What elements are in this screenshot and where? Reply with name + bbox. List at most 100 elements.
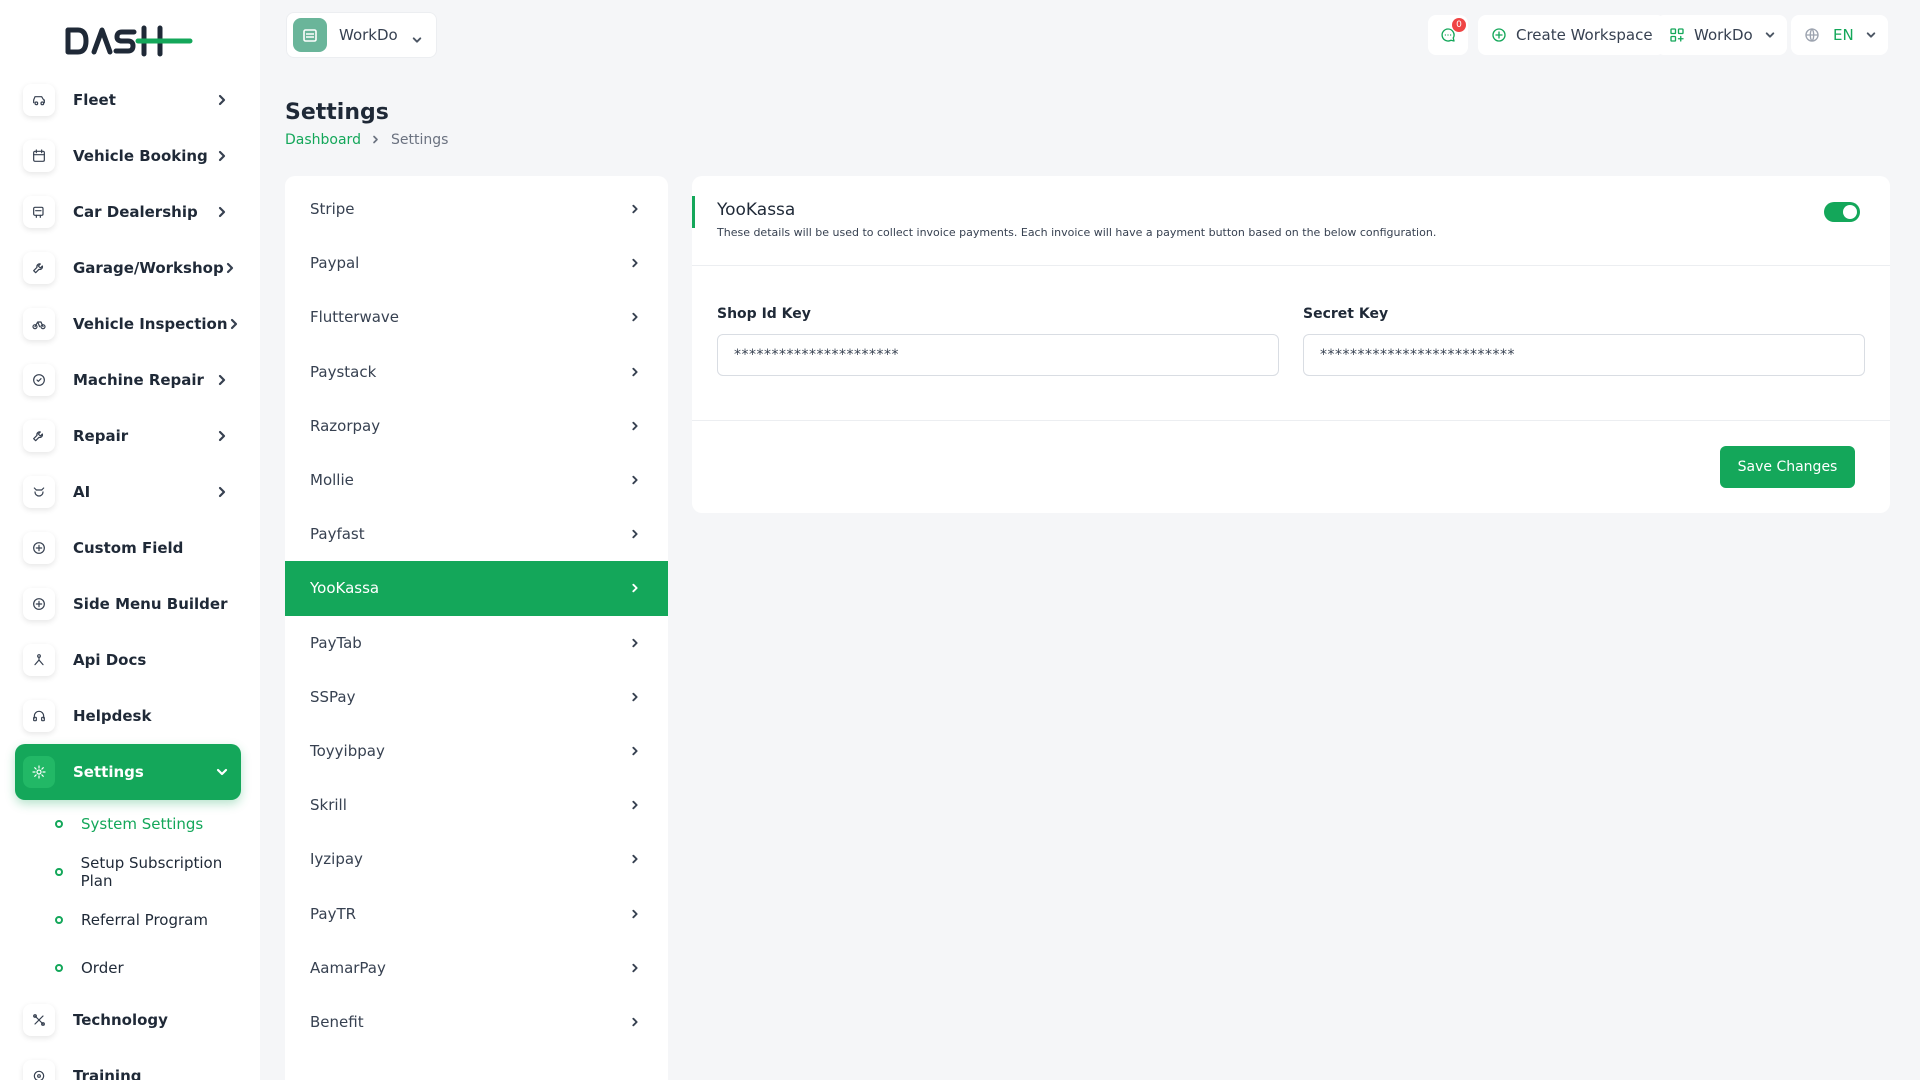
gateway-label: AamarPay bbox=[310, 958, 386, 977]
bullet-icon bbox=[55, 964, 63, 972]
submenu-item-referral-program[interactable]: Referral Program bbox=[37, 896, 241, 944]
yookassa-settings-card: YooKassa These details will be used to c… bbox=[692, 176, 1890, 513]
gateway-item-payfast[interactable]: Payfast bbox=[285, 507, 668, 561]
machine-icon bbox=[23, 364, 55, 396]
technology-icon bbox=[23, 1004, 55, 1036]
gateway-item-paypal[interactable]: Paypal bbox=[285, 236, 668, 290]
card-description: These details will be used to collect in… bbox=[717, 226, 1437, 239]
messages-button[interactable]: 0 bbox=[1428, 15, 1468, 55]
chevron-right-icon bbox=[628, 798, 642, 812]
sidebar-item-label: Helpdesk bbox=[73, 707, 152, 725]
sidebar-item-api-docs[interactable]: Api Docs bbox=[15, 632, 241, 688]
chevron-right-icon bbox=[628, 256, 642, 270]
ai-icon bbox=[23, 476, 55, 508]
gateway-label: YooKassa bbox=[310, 579, 380, 598]
gateway-label: Toyyibpay bbox=[310, 741, 385, 760]
breadcrumb-dashboard-link[interactable]: Dashboard bbox=[285, 132, 361, 148]
sidebar-item-technology[interactable]: Technology bbox=[15, 992, 241, 1048]
sidebar-item-label: Car Dealership bbox=[73, 203, 198, 221]
chevron-right-icon bbox=[628, 961, 642, 975]
workspace-switcher[interactable]: WorkDo bbox=[286, 12, 437, 58]
dash-logo[interactable] bbox=[64, 24, 194, 58]
submenu-item-system-settings[interactable]: System Settings bbox=[37, 800, 241, 848]
gateway-item-razorpay[interactable]: Razorpay bbox=[285, 399, 668, 453]
sidebar-item-custom-field[interactable]: Custom Field bbox=[15, 520, 241, 576]
submenu-item-order[interactable]: Order bbox=[37, 944, 241, 992]
chevron-right-icon bbox=[228, 315, 240, 333]
chevron-right-icon bbox=[628, 310, 642, 324]
globe-icon bbox=[1805, 28, 1819, 42]
page-title: Settings bbox=[285, 100, 389, 125]
card-body: Shop Id Key Secret Key bbox=[692, 266, 1890, 421]
submenu-item-setup-subscription-plan[interactable]: Setup Subscription Plan bbox=[37, 848, 241, 896]
breadcrumb-current: Settings bbox=[390, 132, 449, 148]
gateway-item-paytr[interactable]: PayTR bbox=[285, 886, 668, 940]
sidebar-item-label: Vehicle Booking bbox=[73, 147, 208, 165]
sidebar-item-side-menu-builder[interactable]: Side Menu Builder bbox=[15, 576, 241, 632]
sidebar-item-settings[interactable]: Settings bbox=[15, 744, 241, 800]
sidebar-item-car-dealership[interactable]: Car Dealership bbox=[15, 184, 241, 240]
sidebar-item-training[interactable]: Training bbox=[15, 1048, 241, 1080]
sidebar-item-garage-workshop[interactable]: Garage/Workshop bbox=[15, 240, 241, 296]
sidebar-item-label: Vehicle Inspection bbox=[73, 315, 228, 333]
bullet-icon bbox=[55, 868, 63, 876]
sidebar-item-label: Repair bbox=[73, 427, 129, 445]
sidebar-item-repair[interactable]: Repair bbox=[15, 408, 241, 464]
shop-id-label: Shop Id Key bbox=[717, 306, 811, 322]
gateway-label: Flutterwave bbox=[310, 308, 400, 327]
yookassa-enable-toggle[interactable] bbox=[1824, 202, 1860, 222]
secret-key-input[interactable] bbox=[1303, 334, 1865, 376]
sidebar-item-label: Technology bbox=[73, 1011, 168, 1029]
repair-icon bbox=[23, 420, 55, 452]
gateway-label: Skrill bbox=[310, 796, 347, 815]
gateway-item-yookassa[interactable]: YooKassa bbox=[285, 561, 668, 616]
headset-icon bbox=[23, 700, 55, 732]
sidebar-item-helpdesk[interactable]: Helpdesk bbox=[15, 688, 241, 744]
shop-id-field: Shop Id Key bbox=[717, 306, 1279, 376]
save-changes-button[interactable]: Save Changes bbox=[1720, 446, 1855, 488]
calendar-icon bbox=[23, 140, 55, 172]
workspace-name: WorkDo bbox=[339, 26, 398, 44]
sidebar-item-vehicle-inspection[interactable]: Vehicle Inspection bbox=[15, 296, 241, 352]
settings-submenu: System Settings Setup Subscription Plan … bbox=[15, 800, 241, 992]
gateway-item-paytab[interactable]: PayTab bbox=[285, 616, 668, 670]
gateway-item-skrill[interactable]: Skrill bbox=[285, 778, 668, 832]
sidebar-item-machine-repair[interactable]: Machine Repair bbox=[15, 352, 241, 408]
chevron-right-icon bbox=[224, 259, 236, 277]
gateway-label: Razorpay bbox=[310, 416, 381, 435]
create-workspace-button[interactable]: Create Workspace bbox=[1478, 15, 1665, 55]
bike-icon bbox=[23, 308, 55, 340]
gateway-item-sspay[interactable]: SSPay bbox=[285, 670, 668, 724]
gateway-item-stripe[interactable]: Stripe bbox=[285, 182, 668, 236]
gateway-label: Benefit bbox=[310, 1012, 364, 1031]
shop-id-input[interactable] bbox=[717, 334, 1279, 376]
sidebar-item-vehicle-booking[interactable]: Vehicle Booking bbox=[15, 128, 241, 184]
gateway-item-iyzipay[interactable]: Iyzipay bbox=[285, 832, 668, 886]
chevron-right-icon bbox=[628, 581, 642, 595]
gateway-item-paystack[interactable]: Paystack bbox=[285, 345, 668, 399]
workspace-menu-button[interactable]: WorkDo bbox=[1656, 15, 1787, 55]
chevron-right-icon bbox=[213, 203, 231, 221]
chevron-right-icon bbox=[628, 473, 642, 487]
card-title: YooKassa bbox=[717, 200, 796, 220]
sidebar-item-label: Fleet bbox=[73, 91, 116, 109]
language-selector[interactable]: EN bbox=[1791, 15, 1888, 55]
gateway-label: SSPay bbox=[310, 687, 356, 706]
gateway-item-mollie[interactable]: Mollie bbox=[285, 453, 668, 507]
create-workspace-label: Create Workspace bbox=[1516, 26, 1653, 44]
sidebar-item-label: Settings bbox=[73, 763, 144, 781]
submenu-item-label: Setup Subscription Plan bbox=[80, 854, 223, 890]
secret-key-field: Secret Key bbox=[1303, 306, 1865, 376]
plus-circle-icon bbox=[23, 588, 55, 620]
sidebar-item-fleet[interactable]: Fleet bbox=[15, 72, 241, 128]
chevron-right-icon bbox=[628, 419, 642, 433]
language-label: EN bbox=[1833, 26, 1854, 44]
training-icon bbox=[23, 1060, 55, 1080]
gateway-label: Mollie bbox=[310, 471, 354, 490]
gateway-item-benefit[interactable]: Benefit bbox=[285, 995, 668, 1049]
gateway-item-toyyibpay[interactable]: Toyyibpay bbox=[285, 724, 668, 778]
chevron-down-icon bbox=[1765, 30, 1775, 40]
sidebar-item-ai[interactable]: AI bbox=[15, 464, 241, 520]
gateway-item-flutterwave[interactable]: Flutterwave bbox=[285, 290, 668, 344]
gateway-item-aamarpay[interactable]: AamarPay bbox=[285, 941, 668, 995]
